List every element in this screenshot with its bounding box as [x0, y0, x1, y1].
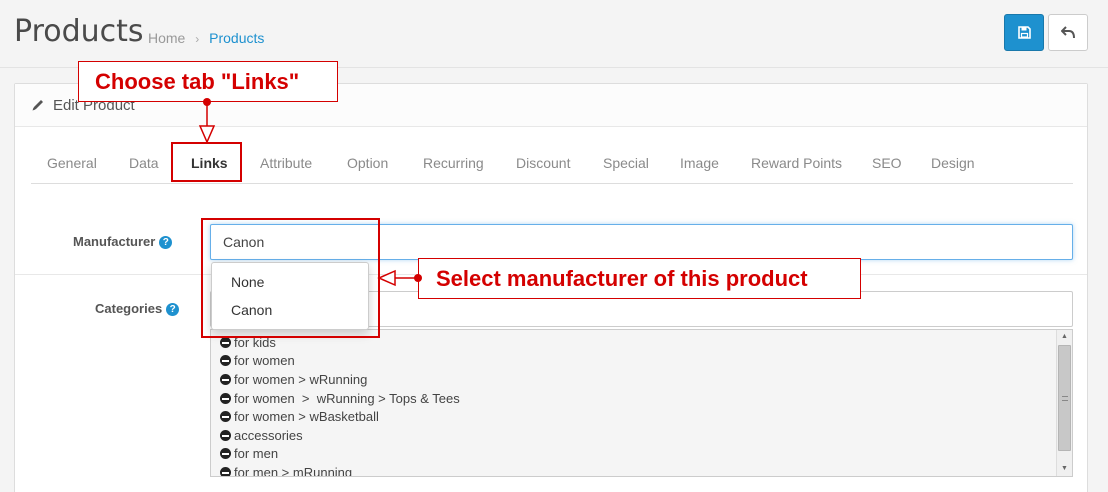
- annotation-arrows: [198, 98, 422, 287]
- arrow-to-links-tab: [198, 98, 216, 144]
- arrow-to-manufacturer: [377, 269, 422, 287]
